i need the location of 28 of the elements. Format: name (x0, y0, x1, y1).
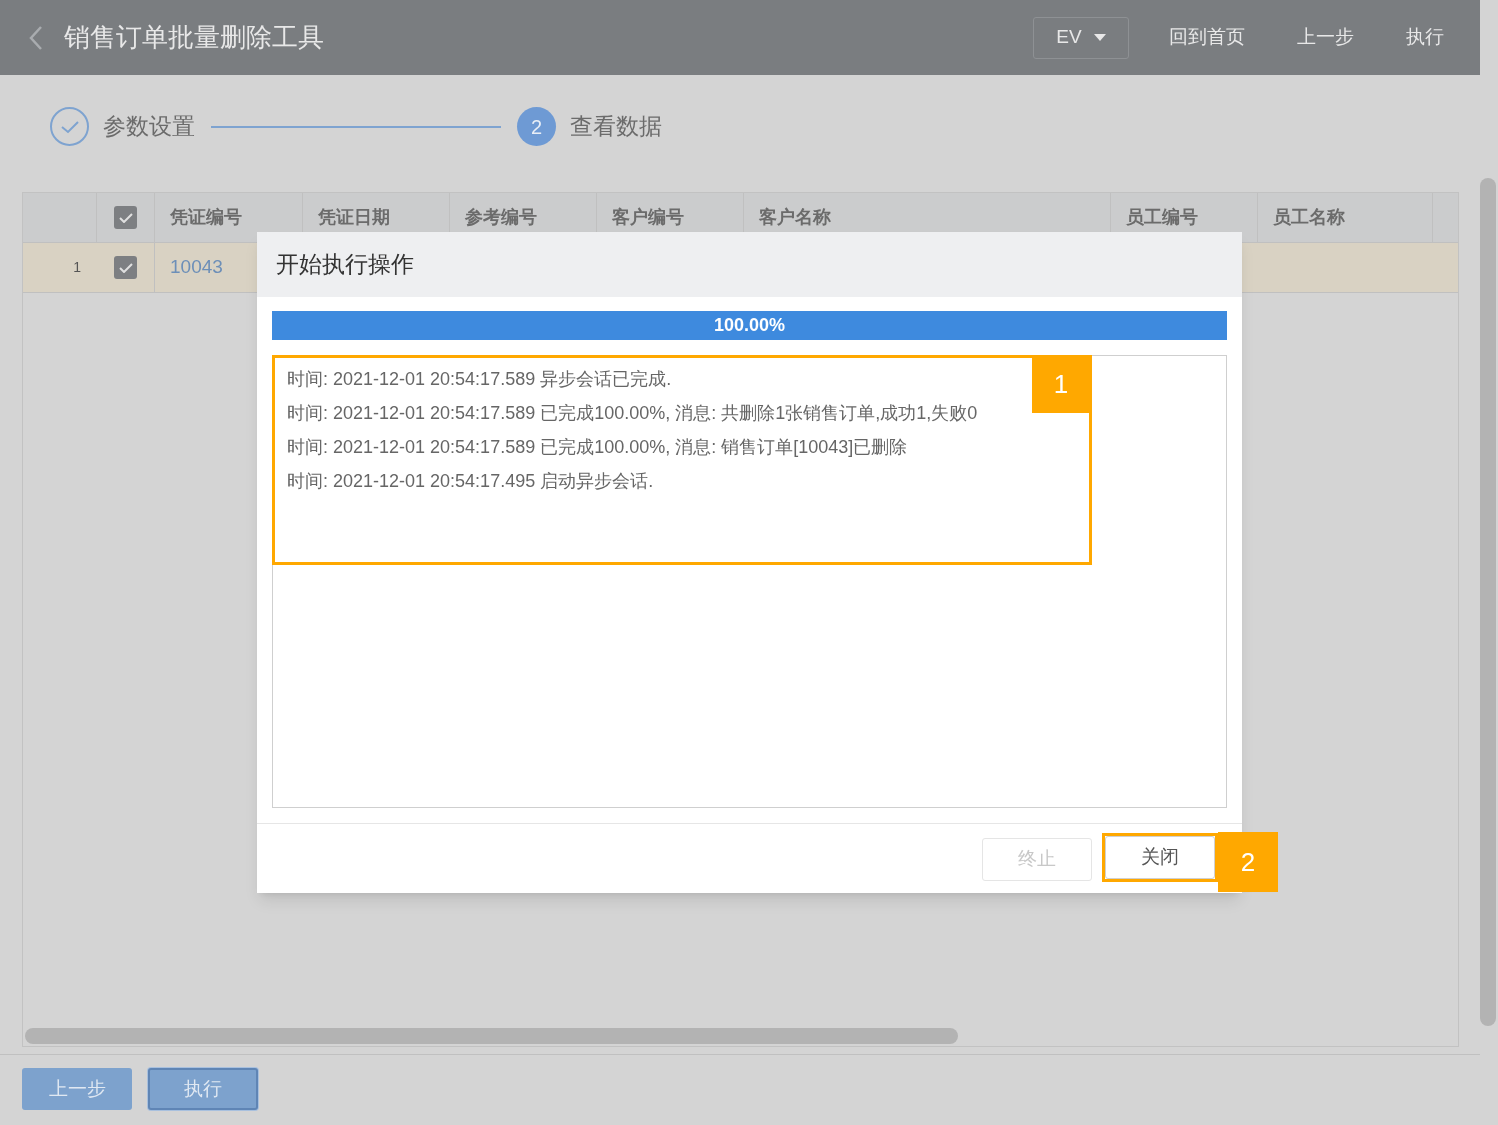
footer-button[interactable]: 上一步 (22, 1068, 132, 1110)
scrollbar-thumb[interactable] (25, 1028, 958, 1044)
scrollbar-thumb[interactable] (1480, 178, 1496, 1026)
log-line: 时间: 2021-12-01 20:54:17.589 已完成100.00%, 消息: 销售订单[10043]已删除 (287, 436, 908, 458)
caret-icon (1093, 34, 1106, 41)
check-icon (118, 212, 133, 223)
log-line: 时间: 2021-12-01 20:54:17.589 异步会话已完成. (287, 368, 672, 390)
close-button[interactable]: 关闭 (1105, 836, 1215, 879)
check-icon (118, 262, 133, 273)
step-label: 参数设置 (103, 112, 195, 141)
callout-number: 2 (1218, 832, 1278, 892)
footer-button[interactable]: 执行 (148, 1068, 258, 1110)
column-header: 员工名称 (1258, 193, 1433, 242)
progress-text: 100.00% (713, 314, 786, 337)
app-title: 销售订单批量删除工具 (64, 21, 325, 54)
environment-dropdown[interactable]: EV (1033, 16, 1129, 59)
header-link[interactable]: 执行 (1392, 23, 1458, 52)
step-label: 查看数据 (570, 112, 662, 141)
checkbox[interactable] (114, 256, 137, 279)
header-link[interactable]: 回到首页 (1155, 23, 1259, 52)
dialog-title: 开始执行操作 (276, 250, 414, 280)
log-line: 时间: 2021-12-01 20:54:17.589 已完成100.00%, 消息: 共删除1张销售订单,成功1,失败0 (287, 402, 978, 424)
step-number: 2 (517, 107, 556, 146)
header-link[interactable]: 上一步 (1283, 23, 1368, 52)
callout-number: 1 (1032, 356, 1090, 413)
checkbox[interactable] (114, 206, 137, 229)
log-line: 时间: 2021-12-01 20:54:17.495 启动异步会话. (287, 470, 654, 492)
row-number: 1 (72, 258, 82, 277)
